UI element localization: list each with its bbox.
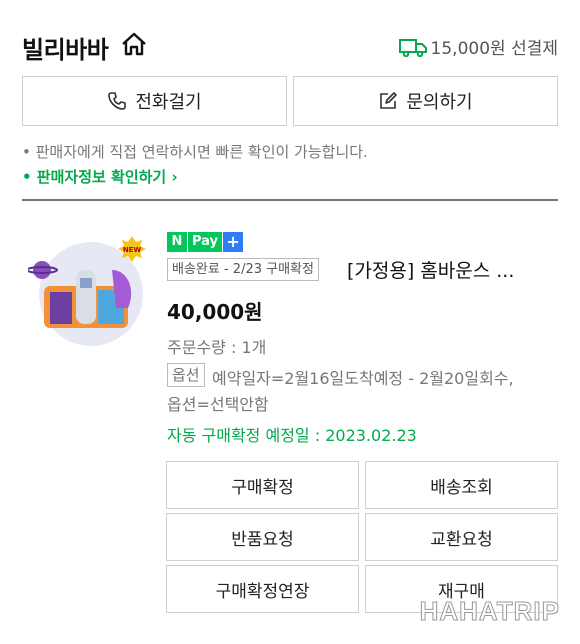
contact-note: • 판매자에게 직접 연락하시면 빠른 확인이 가능합니다. [22, 143, 368, 161]
order-quantity: 주문수량 : 1개 [167, 338, 267, 357]
call-button[interactable]: 전화걸기 [22, 76, 287, 126]
product-name[interactable]: [가정용] 홈바운스 ... [347, 256, 514, 283]
contact-buttons: 전화걸기 문의하기 [22, 76, 558, 126]
section-divider [22, 199, 558, 201]
exchange-request-button[interactable]: 교환요청 [365, 513, 558, 561]
truck-icon [398, 38, 427, 57]
npay-n: N [167, 232, 187, 252]
npay-badge: N Pay + [167, 232, 244, 252]
phone-icon [108, 92, 127, 110]
shipping-fee: 15,000원 선결제 [398, 34, 558, 59]
npay-pay: Pay [188, 232, 223, 252]
status-badge: 배송완료 - 2/23 구매확정 [167, 258, 319, 281]
watermark: HAHATRIP [419, 596, 560, 627]
seller-info-link[interactable]: • 판매자정보 확인하기 › [22, 166, 178, 187]
return-request-button[interactable]: 반품요청 [166, 513, 359, 561]
npay-plus-icon: + [223, 232, 244, 252]
product-price: 40,000원 [167, 300, 263, 324]
inquiry-button[interactable]: 문의하기 [293, 76, 558, 126]
auto-confirm-date: 자동 구매확정 예정일 : 2023.02.23 [167, 426, 417, 445]
home-icon[interactable] [120, 30, 148, 58]
inquiry-button-label: 문의하기 [406, 92, 473, 113]
extend-confirmation-button[interactable]: 구매확정연장 [166, 565, 359, 613]
shipping-label: 15,000원 선결제 [430, 39, 558, 59]
confirm-purchase-button[interactable]: 구매확정 [166, 461, 359, 509]
track-delivery-button[interactable]: 배송조회 [365, 461, 558, 509]
store-header: 빌리바바 15,000원 선결제 [22, 26, 558, 66]
option-text-line2: 옵션=선택안함 [167, 395, 269, 414]
order-actions: 구매확정 배송조회 반품요청 교환요청 구매확정연장 재구매 [166, 461, 558, 613]
call-button-label: 전화걸기 [135, 92, 202, 113]
new-badge: NEW [123, 246, 142, 254]
option-tag: 옵션 [167, 363, 205, 387]
store-name[interactable]: 빌리바바 [22, 30, 109, 65]
option-text-line1: 예약일자=2월16일도착예정 - 2월20일회수, [212, 369, 514, 388]
edit-icon [380, 92, 398, 109]
product-image[interactable]: NEW [28, 230, 150, 348]
